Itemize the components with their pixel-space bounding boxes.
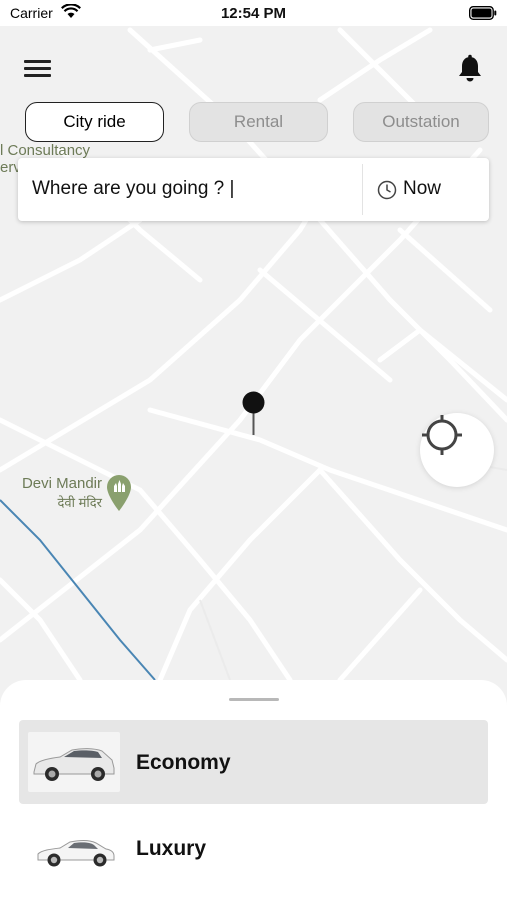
tab-outstation[interactable]: Outstation [353, 102, 489, 142]
sedan-car-icon [28, 818, 120, 878]
place-name-secondary: देवी मंदिर [57, 495, 102, 510]
tab-rental[interactable]: Rental [189, 102, 328, 142]
destination-search-box: Where are you going ? | Now [18, 158, 489, 221]
hatchback-car-icon [28, 732, 120, 792]
locate-me-button[interactable] [420, 413, 494, 487]
bell-icon[interactable] [456, 54, 484, 89]
tab-city-ride[interactable]: City ride [25, 102, 164, 142]
place-name: l Consultancy [0, 142, 91, 159]
place-label-devi-mandir[interactable]: Devi Mandir देवी मंदिर [14, 475, 102, 511]
ride-option-label: Economy [136, 751, 231, 774]
place-name: Devi Mandir [21, 475, 102, 492]
ride-options-sheet: Economy Luxury [0, 680, 507, 900]
hamburger-menu-icon[interactable] [24, 58, 52, 80]
destination-input[interactable]: Where are you going ? | [32, 178, 234, 200]
ride-option-economy[interactable]: Economy [19, 720, 488, 804]
status-bar: Carrier 12:54 PM [0, 0, 507, 26]
battery-icon [468, 5, 497, 25]
sheet-drag-handle[interactable] [229, 698, 279, 701]
clock-time: 12:54 PM [220, 5, 287, 22]
clock-icon[interactable] [377, 180, 397, 205]
ride-option-label: Luxury [136, 837, 207, 860]
ride-type-tabs: City ride Rental Outstation [0, 102, 507, 144]
ride-option-luxury[interactable]: Luxury [19, 806, 488, 890]
schedule-now-button[interactable]: Now [403, 178, 441, 200]
search-divider [362, 164, 363, 215]
